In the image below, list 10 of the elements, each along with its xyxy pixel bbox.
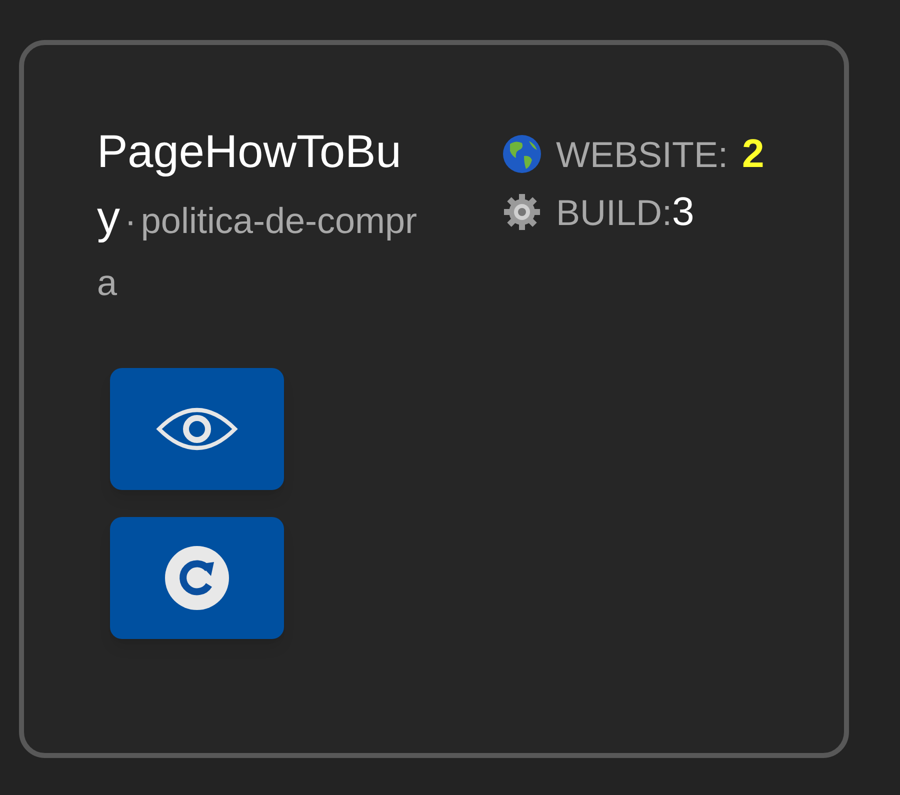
page-heading: PageHowToBuy·politica-de-compra bbox=[97, 124, 418, 305]
stat-label: WEBSITE: bbox=[556, 133, 728, 177]
globe-icon bbox=[502, 134, 542, 174]
view-button[interactable] bbox=[110, 368, 284, 490]
refresh-button[interactable] bbox=[110, 517, 284, 639]
stat-value: 3 bbox=[672, 189, 694, 236]
refresh-icon bbox=[164, 545, 230, 611]
stat-label: BUILD: bbox=[556, 191, 672, 235]
stat-value: 2 bbox=[742, 131, 764, 178]
gear-icon bbox=[502, 192, 542, 232]
